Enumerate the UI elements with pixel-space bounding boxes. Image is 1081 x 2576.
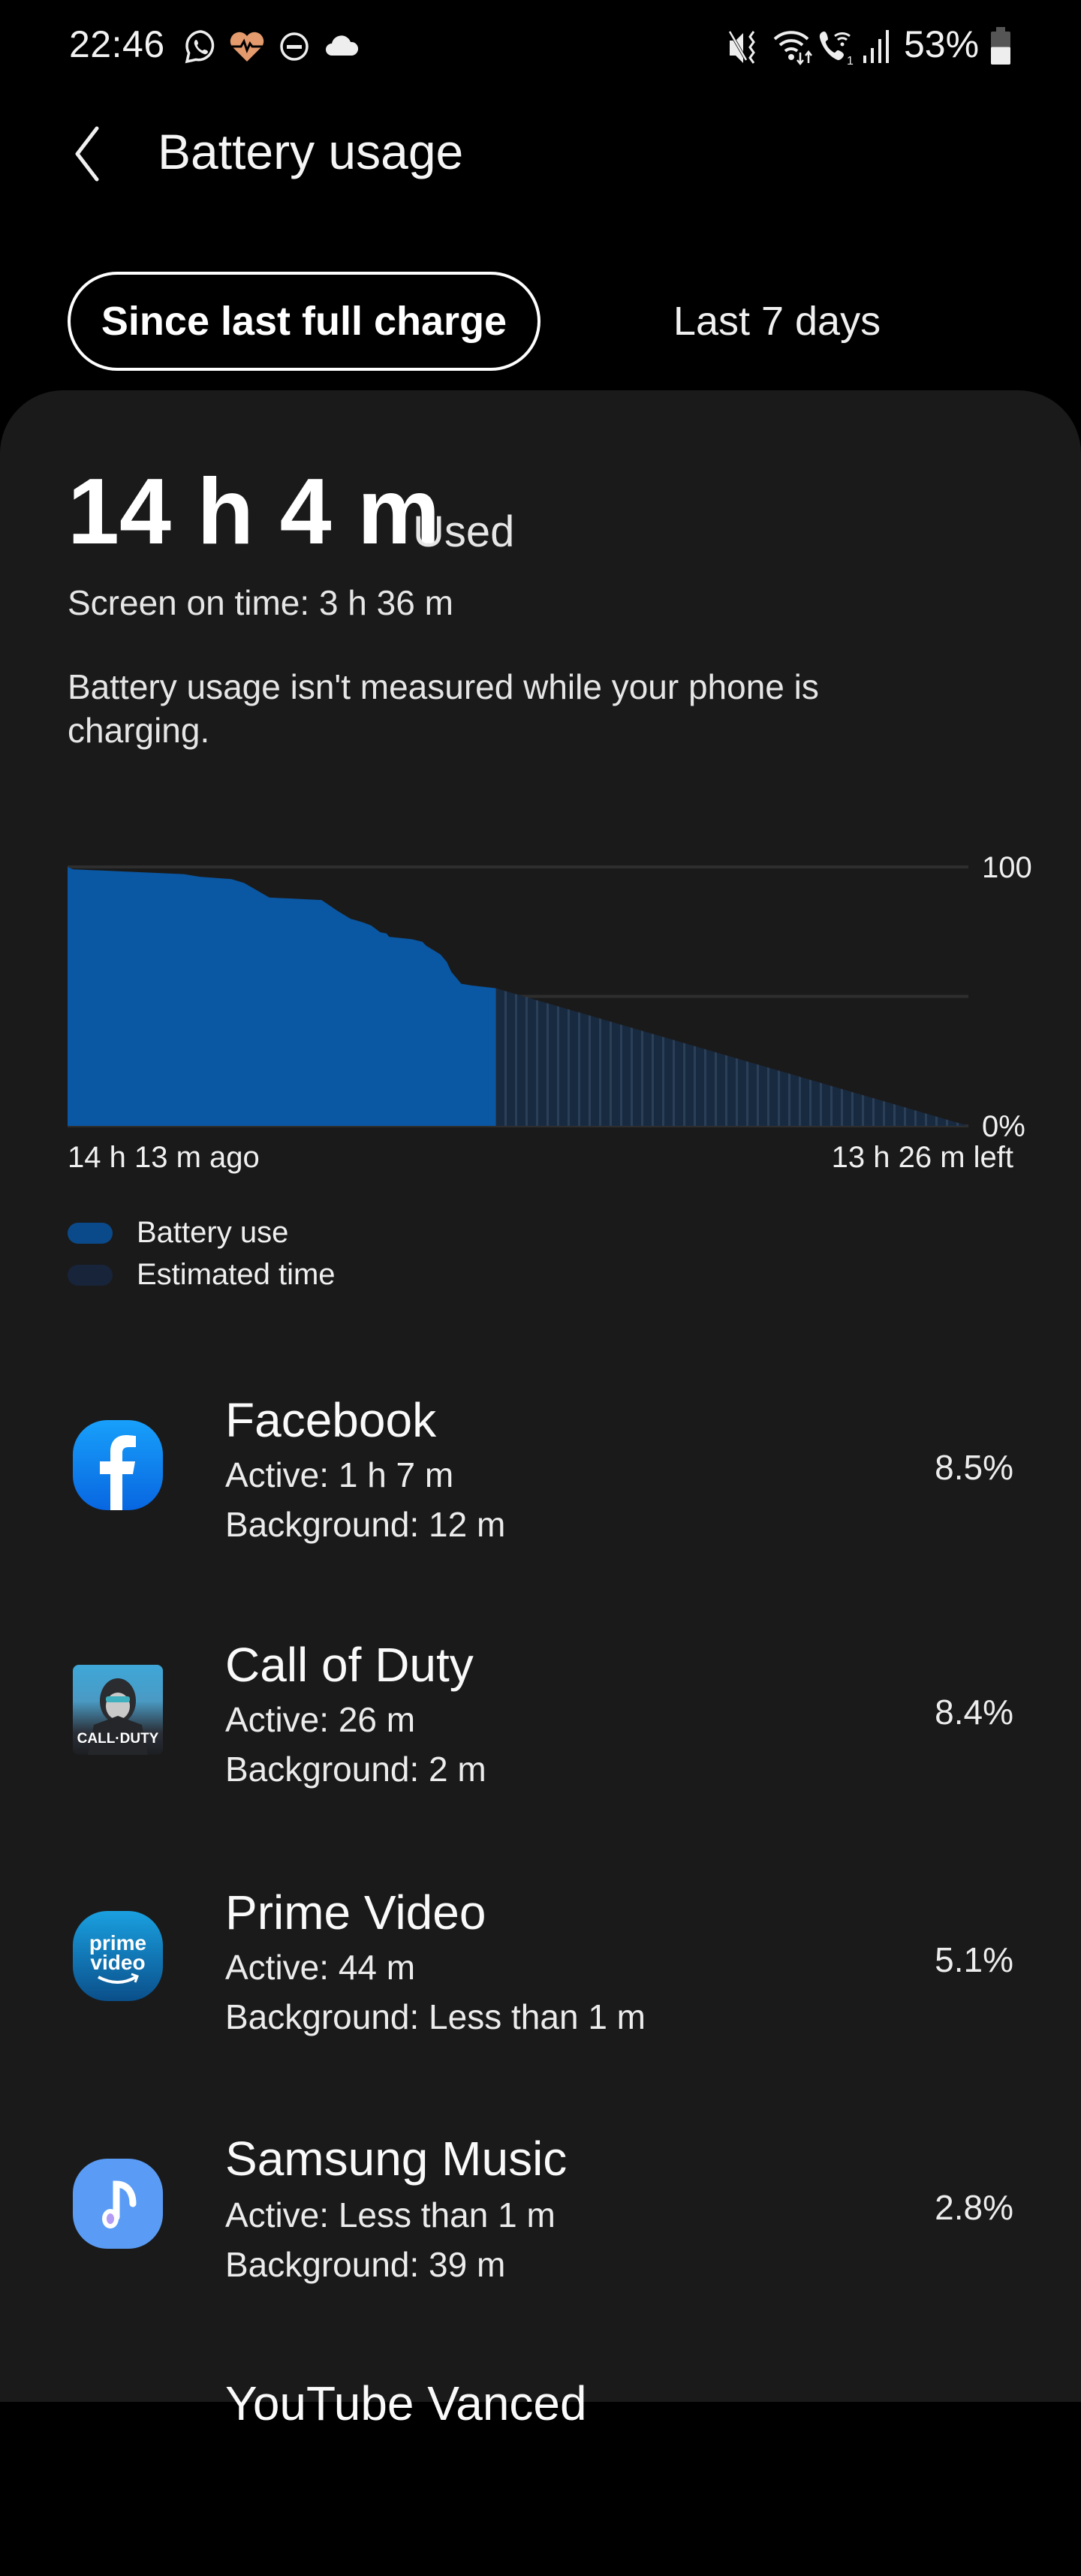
app-name: Prime Video	[225, 1885, 486, 1940]
legend-label: Battery use	[137, 1216, 289, 1249]
signal-icon	[863, 30, 889, 63]
app-row-samsung-music[interactable]: Samsung Music Active: Less than 1 m Back…	[0, 2105, 1081, 2330]
whatsapp-icon	[185, 30, 215, 64]
app-name: Call of Duty	[225, 1638, 474, 1692]
app-usage-percent: 2.8%	[935, 2188, 1013, 2227]
cloud-icon	[326, 35, 359, 56]
tab-last-7-days[interactable]: Last 7 days	[616, 272, 938, 371]
call-of-duty-logo-text: CALL·DUTY	[77, 1731, 159, 1747]
page-title: Battery usage	[158, 124, 464, 179]
app-background-time: Background: 12 m	[225, 1505, 506, 1544]
app-background-time: Background: Less than 1 m	[225, 1997, 646, 2036]
app-row-call-of-duty[interactable]: CALL·DUTY Call of Duty Active: 26 m Back…	[0, 1612, 1081, 1837]
app-usage-percent: 8.4%	[935, 1693, 1013, 1732]
app-active-time: Active: 26 m	[225, 1700, 416, 1739]
wifi-data-icon	[773, 31, 812, 66]
app-background-time: Background: 2 m	[225, 1750, 486, 1789]
legend-swatch-estimated-time	[68, 1264, 113, 1286]
app-row-youtube-vanced[interactable]: YouTube Vanced	[0, 2351, 1081, 2576]
facebook-icon	[73, 1420, 163, 1510]
series-area-battery-use	[68, 867, 495, 1126]
status-time: 22:46	[69, 23, 165, 65]
call-of-duty-icon: CALL·DUTY	[73, 1665, 163, 1755]
tab-since-last-full-charge[interactable]: Since last full charge	[68, 272, 540, 371]
y-tick-label-0: 0%	[982, 1110, 1025, 1143]
app-active-time: Active: 44 m	[225, 1948, 416, 1987]
total-usage-time: 14 h 4 m	[68, 460, 441, 564]
app-usage-percent: 5.1%	[935, 1940, 1013, 1979]
legend-item-battery-use: Battery use	[68, 1216, 288, 1250]
used-label: Used	[413, 507, 515, 556]
battery-chart: 100 0%	[68, 851, 1032, 1143]
vibrate-mute-icon	[728, 30, 755, 64]
wifi-calling-icon: 1	[819, 32, 854, 66]
series-area-estimated-time	[495, 988, 968, 1126]
do-not-disturb-icon	[280, 32, 309, 61]
app-row-facebook[interactable]: Facebook Active: 1 h 7 m Background: 12 …	[0, 1366, 1081, 1591]
legend-label: Estimated time	[137, 1258, 336, 1291]
app-background-time: Background: 39 m	[225, 2245, 506, 2284]
x-axis-end-label: 13 h 26 m left	[831, 1141, 1013, 1174]
chevron-left-icon	[75, 126, 99, 182]
x-axis-start-label: 14 h 13 m ago	[68, 1141, 260, 1174]
app-active-time: Active: Less than 1 m	[225, 2195, 556, 2234]
y-tick-label-100: 100	[982, 851, 1032, 884]
legend-item-estimated-time: Estimated time	[68, 1258, 336, 1292]
back-button[interactable]	[60, 120, 113, 188]
svg-text:1: 1	[847, 55, 854, 66]
app-usage-percent: 8.5%	[935, 1448, 1013, 1487]
prime-video-icon: prime video	[73, 1911, 163, 2001]
app-name: YouTube Vanced	[225, 2376, 587, 2430]
health-heart-icon	[230, 32, 264, 62]
screen-on-time: Screen on time: 3 h 36 m	[68, 583, 453, 622]
video-logo-text: video	[90, 1951, 145, 1974]
app-row-prime-video[interactable]: prime video Prime Video Active: 44 m Bac…	[0, 1858, 1081, 2084]
app-name: Samsung Music	[225, 2132, 568, 2186]
samsung-music-icon	[73, 2159, 163, 2249]
battery-percent: 53%	[904, 23, 980, 65]
charging-note: Battery usage isn't measured while your …	[68, 667, 819, 750]
battery-icon	[991, 27, 1010, 65]
app-active-time: Active: 1 h 7 m	[225, 1455, 454, 1494]
app-name: Facebook	[225, 1393, 437, 1447]
legend-swatch-battery-use	[68, 1222, 113, 1244]
